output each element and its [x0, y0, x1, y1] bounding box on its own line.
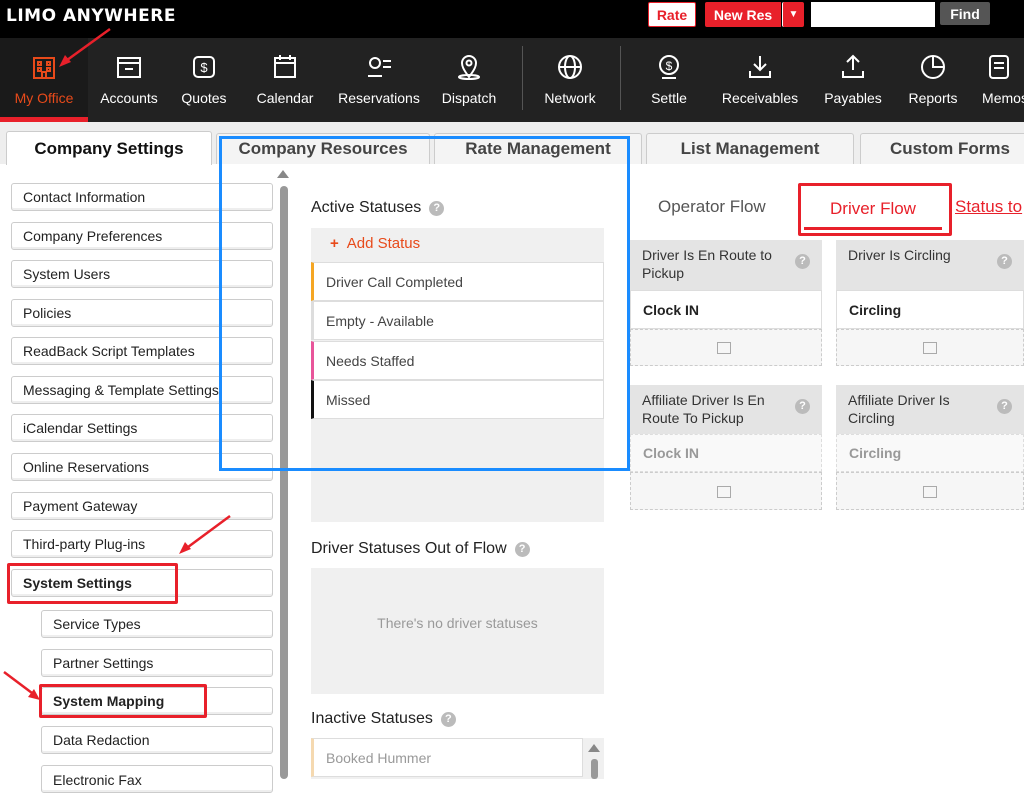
- memo-icon: [989, 55, 1009, 79]
- rate-button[interactable]: Rate: [648, 2, 696, 27]
- nav-label: Quotes: [181, 90, 227, 106]
- chevron-down-icon: ▼: [788, 9, 799, 20]
- expand-icon[interactable]: [923, 342, 937, 354]
- annotation-arrow: [179, 514, 231, 554]
- nav-divider: [522, 46, 523, 110]
- nav-label: Payables: [824, 90, 882, 106]
- reservations-icon: [368, 57, 391, 77]
- flow-card-header: Affiliate Driver Is En Route To Pickup?: [630, 385, 822, 434]
- out-of-flow-title: Driver Statuses Out of Flow?: [311, 540, 530, 558]
- nav-memos[interactable]: Memos: [974, 38, 1024, 122]
- section-title: Driver Statuses Out of Flow: [311, 540, 507, 557]
- nav-payables[interactable]: Payables: [820, 38, 886, 122]
- tab-custom-forms[interactable]: Custom Forms: [860, 133, 1024, 164]
- nav-reports[interactable]: Reports: [904, 38, 962, 122]
- flow-card-title: Driver Is Circling: [848, 247, 951, 263]
- flow-card-title: Affiliate Driver Is En Route To Pickup: [642, 392, 765, 426]
- annotation-box: [39, 684, 207, 718]
- operator-flow-tab[interactable]: Operator Flow: [658, 197, 766, 217]
- search-input[interactable]: [811, 2, 935, 27]
- flow-card-header: Driver Is En Route to Pickup?: [630, 240, 822, 290]
- help-icon[interactable]: ?: [795, 399, 810, 414]
- svg-text:$: $: [666, 59, 673, 73]
- map-pin-icon: [458, 55, 480, 80]
- flow-card-title: Affiliate Driver Is Circling: [848, 392, 950, 426]
- status-item[interactable]: Booked Hummer: [311, 738, 583, 777]
- svg-text:$: $: [200, 60, 208, 75]
- nav-label: Network: [544, 90, 596, 106]
- nav-label: Reservations: [338, 90, 420, 106]
- inactive-scroll-up-arrow[interactable]: [588, 744, 600, 752]
- tab-list-management[interactable]: List Management: [646, 133, 854, 164]
- nav-receivables[interactable]: Receivables: [718, 38, 802, 122]
- flow-card-status[interactable]: Circling: [836, 434, 1024, 472]
- flow-card-status[interactable]: Clock IN: [630, 434, 822, 472]
- annotation-box-blue: [219, 136, 630, 471]
- annotation-box: [7, 563, 178, 604]
- flow-card-header: Driver Is Circling?: [836, 240, 1024, 290]
- inactive-scrollbar[interactable]: [591, 759, 598, 779]
- flow-card-title: Driver Is En Route to Pickup: [642, 247, 772, 281]
- nav-calendar[interactable]: Calendar: [252, 38, 318, 122]
- sidebar-item-data-redaction[interactable]: Data Redaction: [41, 726, 273, 754]
- new-res-dropdown[interactable]: ▼: [782, 2, 804, 27]
- nav-reservations[interactable]: Reservations: [334, 38, 424, 122]
- flow-card-status[interactable]: Clock IN: [630, 290, 822, 329]
- annotation-arrow: [59, 27, 111, 67]
- folder-icon: [117, 57, 141, 78]
- out-of-flow-panel: [311, 568, 604, 694]
- nav-divider: [620, 46, 621, 110]
- section-title: Inactive Statuses: [311, 710, 433, 727]
- app-logo[interactable]: LIMO ANYWHERE: [6, 6, 176, 26]
- help-icon[interactable]: ?: [997, 254, 1012, 269]
- nav-quotes[interactable]: $ Quotes: [176, 38, 232, 122]
- sidebar-item-service-types[interactable]: Service Types: [41, 610, 273, 638]
- globe-icon: [558, 55, 582, 79]
- inactive-statuses-title: Inactive Statuses?: [311, 710, 456, 728]
- nav-settle[interactable]: $ Settle: [644, 38, 694, 122]
- annotation-arrow: [3, 671, 40, 700]
- nav-label: Settle: [651, 90, 687, 106]
- annotation-box: [798, 183, 952, 236]
- find-button[interactable]: Find: [940, 2, 990, 25]
- help-icon[interactable]: ?: [997, 399, 1012, 414]
- help-icon[interactable]: ?: [514, 542, 530, 557]
- expand-icon[interactable]: [717, 486, 731, 498]
- nav-label: Memos: [982, 90, 1024, 106]
- nav-label: Reports: [908, 90, 958, 106]
- sidebar-item-partner-settings[interactable]: Partner Settings: [41, 649, 273, 677]
- settle-coin-icon: $: [659, 55, 679, 79]
- help-icon[interactable]: ?: [795, 254, 810, 269]
- flow-card-status[interactable]: Circling: [836, 290, 1024, 329]
- nav-label: Accounts: [100, 90, 158, 106]
- tab-company-settings[interactable]: Company Settings: [6, 131, 212, 165]
- new-res-button[interactable]: New Res: [705, 2, 781, 27]
- expand-icon[interactable]: [717, 342, 731, 354]
- help-icon[interactable]: ?: [440, 712, 456, 727]
- upload-icon: [842, 54, 864, 78]
- nav-label: Dispatch: [441, 90, 497, 106]
- nav-label: My Office: [14, 90, 74, 106]
- calendar-icon: [274, 55, 296, 78]
- nav-network[interactable]: Network: [538, 38, 602, 122]
- expand-icon[interactable]: [923, 486, 937, 498]
- status-to-tab[interactable]: Status to: [955, 197, 1022, 217]
- empty-message: There's no driver statuses: [377, 615, 538, 631]
- flow-card-header: Affiliate Driver Is Circling?: [836, 385, 1024, 434]
- sidebar-item-electronic-fax[interactable]: Electronic Fax: [41, 765, 273, 793]
- nav-label: Receivables: [721, 90, 799, 106]
- download-icon: [749, 56, 771, 78]
- dollar-icon: $: [193, 56, 215, 78]
- pie-chart-icon: [921, 55, 945, 79]
- nav-dispatch[interactable]: Dispatch: [436, 38, 502, 122]
- nav-label: Calendar: [256, 90, 314, 106]
